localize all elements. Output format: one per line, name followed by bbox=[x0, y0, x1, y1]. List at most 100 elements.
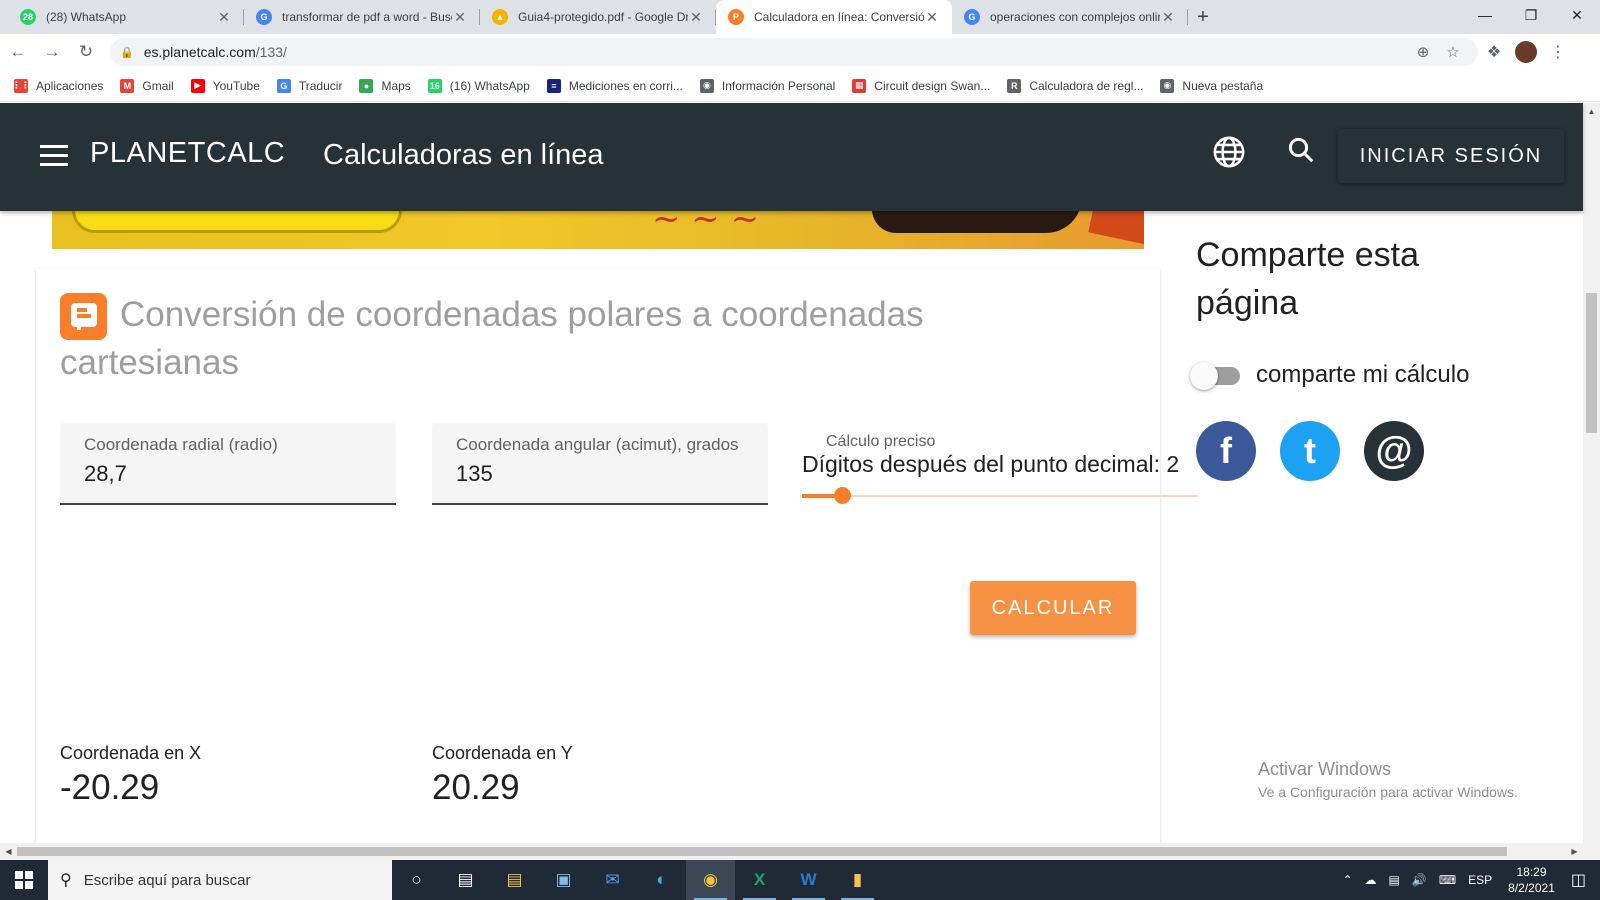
vertical-scroll-thumb[interactable] bbox=[1586, 293, 1597, 433]
scroll-up-arrow-icon[interactable]: ▲ bbox=[1583, 103, 1600, 120]
bookmark-label: Aplicaciones bbox=[36, 78, 104, 93]
bookmark-item[interactable]: ≡ Mediciones en corri... bbox=[546, 78, 683, 93]
calculator-card: Conversión de coordenadas polares a coor… bbox=[36, 269, 1198, 860]
search-icon[interactable] bbox=[1286, 135, 1316, 165]
restore-button[interactable]: ❐ bbox=[1508, 0, 1554, 30]
angular-coordinate-input[interactable]: 135 bbox=[456, 461, 744, 487]
close-tab-icon[interactable]: ✕ bbox=[452, 9, 468, 26]
bookmark-item[interactable]: G Traducir bbox=[276, 78, 343, 93]
volume-icon[interactable]: 🔊 bbox=[1412, 873, 1427, 887]
taskbar-search-placeholder: Escribe aquí para buscar bbox=[83, 871, 251, 889]
taskbar-search-box[interactable]: ⚲ Escribe aquí para buscar bbox=[48, 860, 392, 900]
close-window-button[interactable]: ✕ bbox=[1554, 0, 1600, 30]
system-clock[interactable]: 18:29 8/2/2021 bbox=[1508, 864, 1555, 896]
word-icon[interactable]: W bbox=[784, 860, 833, 900]
bookmark-label: Traducir bbox=[298, 78, 343, 93]
close-tab-icon[interactable]: ✕ bbox=[924, 9, 940, 26]
chrome-browser-icon[interactable]: ◉ bbox=[686, 860, 735, 900]
profile-avatar[interactable] bbox=[1515, 41, 1537, 63]
angular-coordinate-field[interactable]: Coordenada angular (acimut), grados 135 bbox=[432, 423, 768, 505]
radial-coordinate-input[interactable]: 28,7 bbox=[84, 461, 372, 487]
bookmark-item[interactable]: M Gmail bbox=[120, 78, 174, 93]
decimal-digits-slider[interactable] bbox=[802, 487, 1198, 504]
horizontal-scroll-thumb[interactable] bbox=[17, 847, 1507, 856]
language-indicator[interactable]: ESP bbox=[1468, 873, 1492, 887]
bookmark-item[interactable]: 16 (16) WhatsApp bbox=[427, 78, 530, 93]
twitter-icon[interactable]: t bbox=[1280, 421, 1340, 481]
reload-button[interactable]: ↻ bbox=[70, 36, 102, 68]
url-text[interactable]: es.planetcalc.com/133/ bbox=[144, 44, 1408, 60]
result-x: Coordenada en X -20.29 bbox=[60, 743, 201, 808]
whatsapp-icon: 16 bbox=[427, 78, 442, 93]
scroll-right-arrow-icon[interactable]: ▶ bbox=[1566, 843, 1583, 860]
facebook-icon[interactable]: f bbox=[1196, 421, 1256, 481]
bookmark-item[interactable]: ▦ Circuit design Swan... bbox=[852, 78, 990, 93]
sign-in-button[interactable]: INICIAR SESIÓN bbox=[1338, 129, 1564, 183]
scroll-left-arrow-icon[interactable]: ◀ bbox=[0, 843, 17, 860]
extensions-puzzle-icon[interactable]: ❖ bbox=[1478, 36, 1510, 68]
bookmark-item[interactable]: ▶ YouTube bbox=[190, 78, 260, 93]
zoom-icon[interactable]: ⊕ bbox=[1408, 43, 1438, 61]
forward-button[interactable]: → bbox=[36, 36, 68, 68]
back-button[interactable]: ← bbox=[2, 36, 34, 68]
address-toolbar: ← → ↻ 🔒 es.planetcalc.com/133/ ⊕ ☆ ❖ ⋮ bbox=[0, 34, 1600, 70]
mail-icon[interactable]: ✉ bbox=[588, 860, 637, 900]
gmail-icon: M bbox=[120, 78, 135, 93]
close-tab-icon[interactable]: ✕ bbox=[688, 9, 704, 26]
keyboard-icon[interactable]: ⌨ bbox=[1439, 873, 1456, 887]
advertisement-banner[interactable]: ~ ~ ~ bbox=[52, 207, 1144, 249]
cortana-icon[interactable]: ○ bbox=[392, 860, 441, 900]
edge-browser-icon[interactable]: ◐ bbox=[637, 860, 686, 900]
email-icon[interactable]: @ bbox=[1364, 421, 1424, 481]
banner-brush-graphic: ~ ~ ~ bbox=[652, 207, 760, 239]
clock-time: 18:29 bbox=[1516, 865, 1547, 879]
network-icon[interactable]: ▤ bbox=[1389, 873, 1400, 887]
microsoft-store-icon[interactable]: ▣ bbox=[539, 860, 588, 900]
notifications-icon[interactable]: ◫ bbox=[1571, 870, 1586, 890]
browser-tab[interactable]: Goperaciones con complejos onlin ✕ bbox=[952, 0, 1188, 34]
file-manager-icon[interactable]: ▮ bbox=[833, 860, 882, 900]
close-tab-icon[interactable]: ✕ bbox=[1160, 9, 1176, 26]
calculator-icon: R bbox=[1007, 78, 1022, 93]
slider-thumb[interactable] bbox=[833, 487, 851, 504]
browser-menu-icon[interactable]: ⋮ bbox=[1542, 36, 1574, 68]
browser-tab[interactable]: Gtransformar de pdf a word - Busc ✕ bbox=[244, 0, 480, 34]
minimize-button[interactable]: — bbox=[1462, 0, 1508, 30]
bookmark-item[interactable]: ◉ Información Personal bbox=[699, 78, 835, 93]
excel-icon[interactable]: X bbox=[735, 860, 784, 900]
tray-chevron-icon[interactable]: ⌃ bbox=[1342, 873, 1352, 887]
lock-icon[interactable]: 🔒 bbox=[120, 46, 134, 59]
site-header: PLANETCALC Calculadoras en línea INICIAR… bbox=[0, 103, 1583, 211]
windows-start-icon[interactable] bbox=[0, 860, 48, 900]
browser-tab[interactable]: ▲ Guia4-protegido.pdf - Google Dri ✕ bbox=[480, 0, 716, 34]
site-brand[interactable]: PLANETCALC bbox=[90, 137, 285, 170]
new-tab-button[interactable]: + bbox=[1188, 0, 1218, 34]
bookmark-item[interactable]: R Calculadora de regl... bbox=[1007, 78, 1143, 93]
bookmark-item[interactable]: ◉ Nueva pestaña bbox=[1160, 78, 1263, 93]
google-icon: G bbox=[256, 9, 272, 25]
task-view-icon[interactable]: ▤ bbox=[441, 860, 490, 900]
browser-tab[interactable]: P Calculadora en línea: Conversión ✕ bbox=[716, 0, 952, 34]
result-x-value: -20.29 bbox=[60, 768, 160, 807]
language-globe-icon[interactable] bbox=[1212, 135, 1246, 169]
bookmark-label: Mediciones en corri... bbox=[568, 78, 683, 93]
radial-coordinate-field[interactable]: Coordenada radial (radio) 28,7 bbox=[60, 423, 396, 505]
bookmark-label: YouTube bbox=[212, 78, 260, 93]
bookmark-item[interactable]: ● Maps bbox=[359, 78, 411, 93]
calculate-button[interactable]: CALCULAR bbox=[970, 581, 1136, 635]
bookmark-star-icon[interactable]: ☆ bbox=[1438, 43, 1468, 61]
omnibox[interactable]: 🔒 es.planetcalc.com/133/ ⊕ ☆ bbox=[110, 38, 1478, 66]
page-viewport: ~ ~ ~ PLANETCALC Calculadoras en línea I… bbox=[0, 103, 1600, 860]
file-explorer-icon[interactable]: ▤ bbox=[490, 860, 539, 900]
toggle-knob[interactable] bbox=[1190, 362, 1218, 390]
onedrive-cloud-icon[interactable]: ☁ bbox=[1365, 873, 1377, 887]
hamburger-menu-icon[interactable] bbox=[40, 145, 68, 172]
calculator-title: Conversión de coordenadas polares a coor… bbox=[60, 295, 924, 382]
vertical-scrollbar[interactable]: ▲ bbox=[1583, 103, 1600, 843]
watermark-title: Activar Windows bbox=[1258, 759, 1392, 779]
share-calculation-toggle[interactable] bbox=[1190, 362, 1246, 390]
browser-tab[interactable]: 28 (28) WhatsApp ✕ bbox=[8, 0, 244, 34]
close-tab-icon[interactable]: ✕ bbox=[216, 9, 232, 26]
bookmark-item[interactable]: ⋮⋮ Aplicaciones bbox=[12, 78, 104, 93]
horizontal-scrollbar[interactable]: ◀ ▶ bbox=[0, 843, 1600, 860]
